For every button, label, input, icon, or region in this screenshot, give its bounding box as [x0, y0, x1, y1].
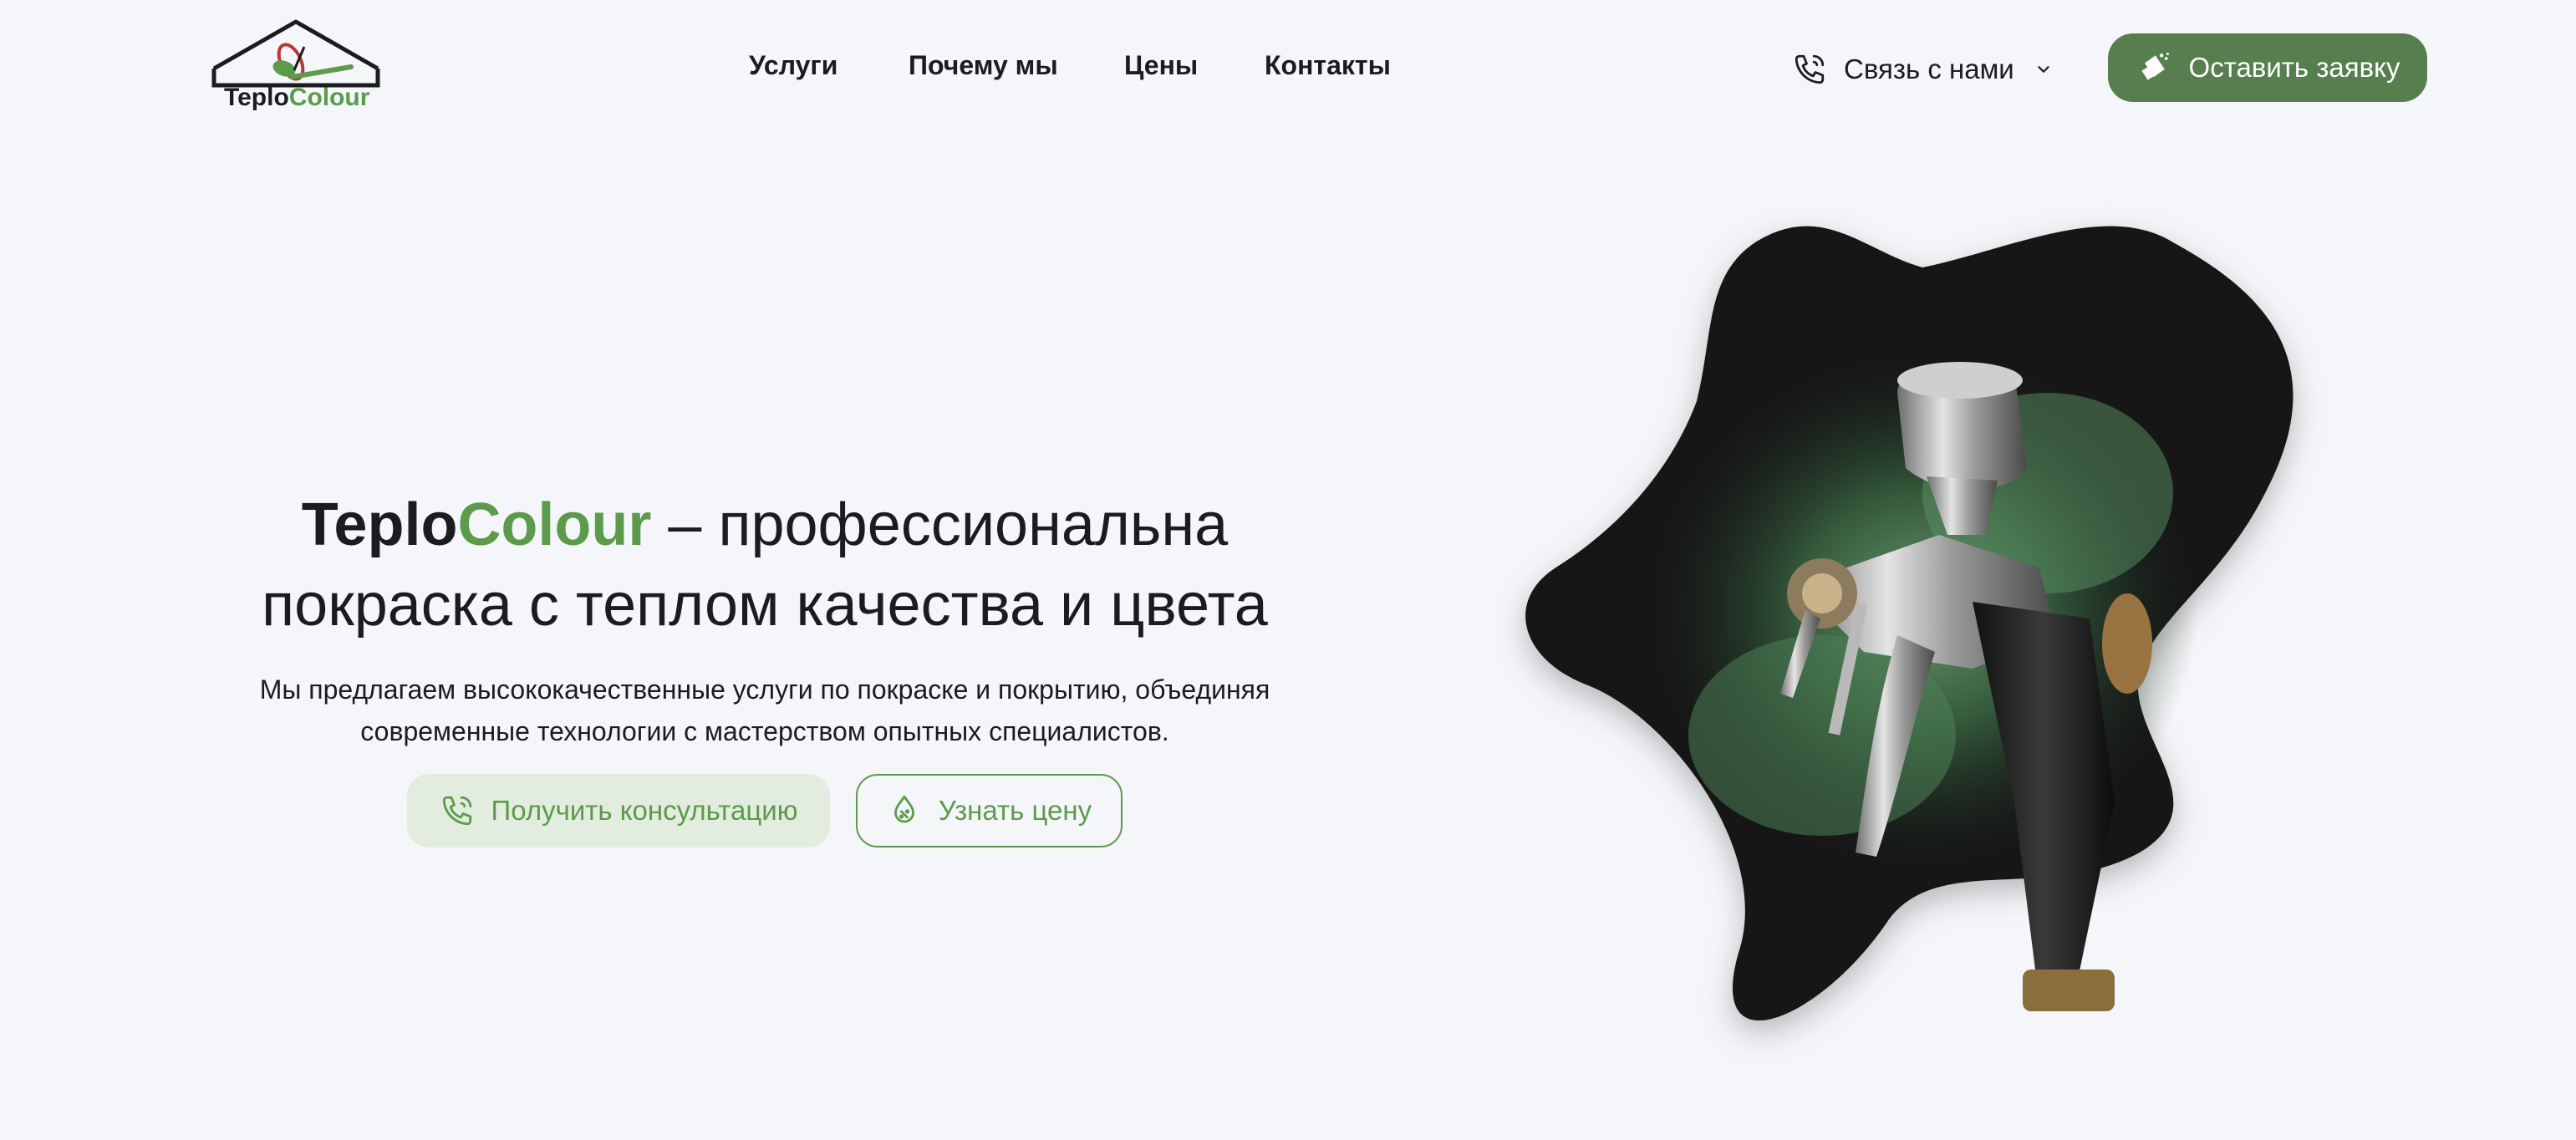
spray-gun-illustration — [1525, 226, 2293, 1020]
nav-item-why-us[interactable]: Почему мы — [909, 50, 1058, 81]
contact-dropdown[interactable]: Связь с нами — [1792, 48, 2053, 90]
chevron-down-icon — [2038, 66, 2049, 73]
get-consultation-button[interactable]: Получить консультацию — [407, 774, 830, 847]
hero-title-brand-teplo: Teplo — [301, 491, 458, 558]
nav-item-prices[interactable]: Цены — [1124, 50, 1198, 81]
get-consultation-label: Получить консультацию — [491, 795, 798, 826]
nav-item-contacts[interactable]: Контакты — [1265, 50, 1391, 81]
find-out-price-label: Узнать цену — [938, 795, 1092, 826]
logo-part-teplo: Teplo — [224, 84, 289, 111]
logo-wordmark: TeploColour — [224, 84, 369, 112]
phone-icon — [1795, 54, 1825, 84]
hero-subtitle: Мы предлагаем высококачественные услуги … — [192, 669, 1337, 752]
phone-icon — [442, 796, 471, 826]
contact-label: Связь с нами — [1844, 53, 2014, 84]
leave-request-button[interactable]: Оставить заявку — [2108, 33, 2427, 102]
hero-subtitle-line1: Мы предлагаем высококачественные услуги … — [259, 674, 1270, 705]
leave-request-label: Оставить заявку — [2188, 52, 2400, 83]
hero-title: TeploColour – профессиональна покраска с… — [150, 485, 1379, 645]
hero-spray-gun-image — [1504, 217, 2424, 1103]
nav-item-services[interactable]: Услуги — [749, 50, 837, 81]
hero-title-brand-colour: Colour — [457, 491, 652, 558]
logo-part-colour: Colour — [288, 84, 370, 111]
logo[interactable]: TeploColour — [211, 18, 381, 117]
hero-subtitle-line2: современные технологии с мастерством опы… — [360, 716, 1169, 746]
hero-title-line2: покраска с теплом качества и цвета — [262, 572, 1268, 639]
spray-can-icon — [2141, 53, 2169, 80]
price-drop-icon — [894, 795, 914, 823]
hero-title-line1-rest: – профессиональна — [651, 491, 1229, 558]
find-out-price-button[interactable]: Узнать цену — [856, 774, 1123, 847]
